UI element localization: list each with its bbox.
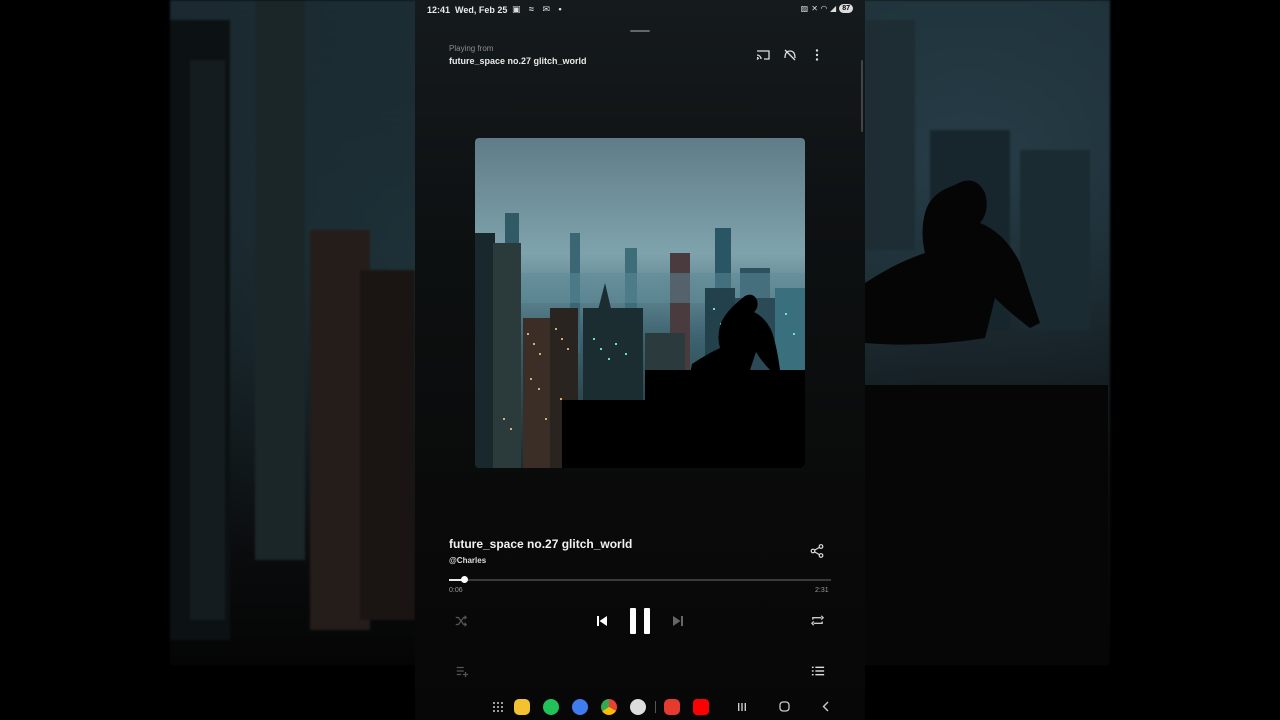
status-bar: 12:41 Wed, Feb 25 ▣ ≈ ✉ • ▨ ✕ ◠ ◢ 87 bbox=[415, 0, 865, 20]
messages-app-icon[interactable] bbox=[572, 699, 588, 715]
bg-silhouette bbox=[865, 180, 1040, 345]
shuffle-icon[interactable] bbox=[454, 614, 468, 628]
signal-icon: ◢ bbox=[830, 4, 837, 13]
phone-screen: 12:41 Wed, Feb 25 ▣ ≈ ✉ • ▨ ✕ ◠ ◢ 87 Pla… bbox=[415, 0, 865, 720]
folder-app-icon[interactable] bbox=[514, 699, 530, 715]
status-time: 12:41 bbox=[427, 5, 451, 15]
youtube-app-icon[interactable] bbox=[693, 699, 709, 715]
playlist-link[interactable]: future_space no.27 glitch_world bbox=[449, 56, 587, 66]
status-date: Wed, Feb 25 bbox=[455, 5, 508, 15]
nfc-icon: ▨ bbox=[800, 4, 809, 13]
skip-next-icon[interactable] bbox=[670, 613, 686, 629]
progress-thumb[interactable] bbox=[460, 576, 468, 583]
home-icon[interactable] bbox=[779, 701, 790, 712]
bg-building bbox=[255, 0, 305, 560]
repeat-icon[interactable] bbox=[810, 613, 825, 628]
system-status-icons: ▨ ✕ ◠ ◢ 87 bbox=[801, 4, 853, 13]
mute-icon: ✕ bbox=[811, 4, 818, 13]
queue-list-icon[interactable] bbox=[811, 664, 825, 678]
chrome-app-icon[interactable] bbox=[601, 699, 617, 715]
more-vert-icon[interactable] bbox=[809, 47, 825, 63]
bg-building bbox=[360, 270, 415, 620]
wifi-icon: ◠ bbox=[820, 4, 828, 13]
skip-previous-icon[interactable] bbox=[594, 613, 610, 629]
time-total: 2:31 bbox=[815, 587, 829, 594]
bg-wall bbox=[865, 385, 1108, 665]
playing-from-label: Playing from bbox=[449, 44, 494, 53]
bg-building bbox=[190, 60, 225, 620]
track-title: future_space no.27 glitch_world bbox=[449, 537, 633, 551]
album-art bbox=[475, 138, 805, 468]
track-artist[interactable]: @Charles bbox=[449, 556, 486, 565]
cast-icon[interactable] bbox=[755, 47, 771, 63]
share-icon[interactable] bbox=[809, 543, 825, 559]
battery-indicator: 87 bbox=[839, 4, 853, 13]
back-icon[interactable] bbox=[821, 701, 831, 712]
drag-handle[interactable] bbox=[630, 30, 650, 32]
camera-app-icon[interactable] bbox=[630, 699, 646, 715]
time-elapsed: 0:06 bbox=[449, 587, 463, 594]
phone-app-icon[interactable] bbox=[543, 699, 559, 715]
app-red-icon[interactable] bbox=[664, 699, 680, 715]
scrollbar[interactable] bbox=[861, 60, 863, 132]
pause-icon[interactable] bbox=[626, 606, 654, 636]
notification-icons: ▣ ≈ ✉ • bbox=[512, 4, 565, 14]
add-to-queue-icon[interactable] bbox=[455, 664, 469, 678]
apps-grid-icon[interactable] bbox=[492, 701, 504, 713]
dock-divider bbox=[655, 701, 656, 713]
no-signal-icon[interactable] bbox=[782, 47, 798, 63]
recents-icon[interactable] bbox=[737, 702, 747, 712]
progress-bar[interactable] bbox=[449, 576, 831, 583]
